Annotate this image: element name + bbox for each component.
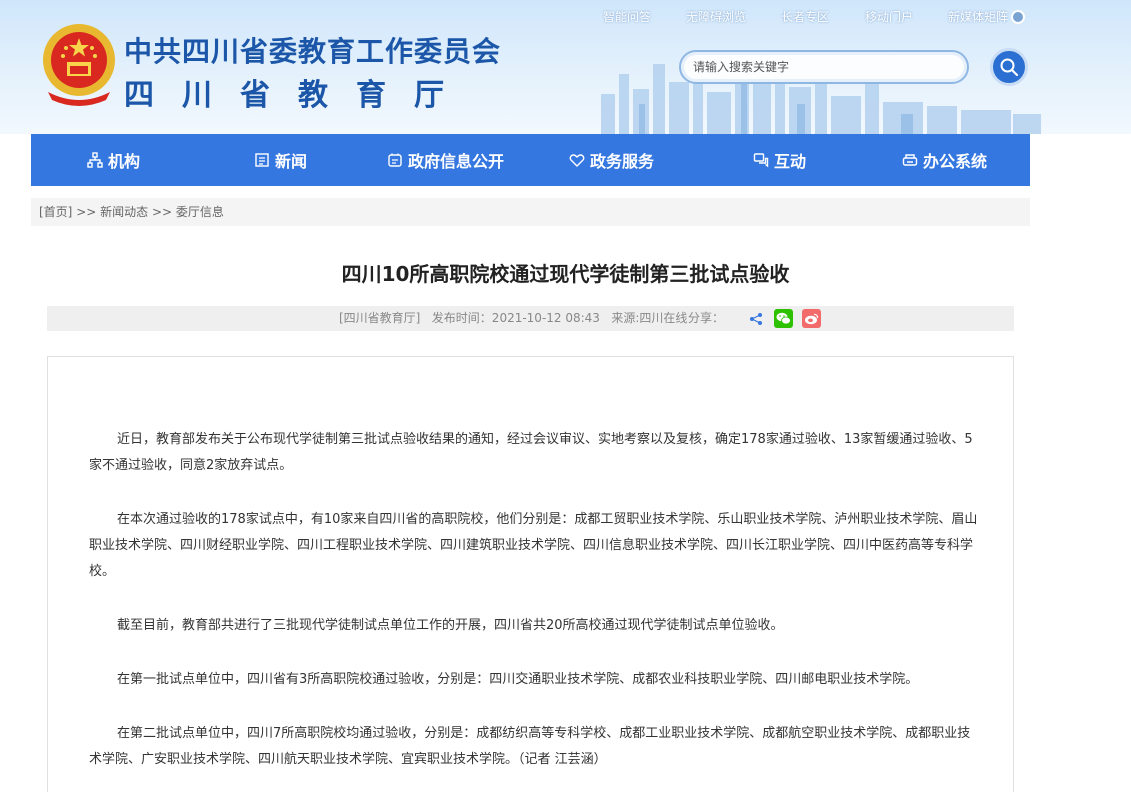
- nav-label: 新闻: [275, 152, 308, 171]
- nav-item-org[interactable]: 机构: [86, 134, 140, 186]
- nav-item-office-system[interactable]: 办公系统: [901, 134, 987, 186]
- top-link-elderly[interactable]: 长者专区: [781, 8, 829, 25]
- top-link-accessibility[interactable]: 无障碍浏览: [686, 8, 746, 25]
- search-icon: [1000, 58, 1019, 77]
- article-paragraph: 在本次通过验收的178家试点中，有10家来自四川省的高职院校，他们分别是：成都工…: [89, 512, 978, 579]
- wechat-icon[interactable]: [774, 309, 793, 328]
- breadcrumb-news[interactable]: 新闻动态: [100, 205, 148, 219]
- audio-icon[interactable]: [1011, 10, 1025, 24]
- breadcrumb: [首页] >> 新闻动态 >> 委厅信息: [31, 198, 1030, 226]
- article-paragraph: 近日，教育部发布关于公布现代学徒制第三批试点验收结果的通知，经过会议审议、实地考…: [89, 432, 973, 473]
- news-icon: [253, 151, 271, 169]
- top-link-smart-qa[interactable]: 智能问答: [603, 8, 651, 25]
- breadcrumb-current[interactable]: 委厅信息: [176, 205, 224, 219]
- nav-label: 政务服务: [590, 152, 655, 171]
- nav-label: 机构: [108, 152, 141, 171]
- article-paragraph: 在第二批试点单位中，四川7所高职院校均通过验收，分别是：成都纺织高等专科学校、成…: [89, 726, 971, 767]
- site-header: 中共四川省委教育工作委员会 四川省教育厅 智能问答 无障碍浏览 长者专区 移动门…: [0, 0, 1131, 134]
- article-meta-bar: [四川省教育厅] 发布时间：2021-10-12 08:43 来源:四川在线 分…: [47, 306, 1014, 331]
- article-paragraph: 在第一批试点单位中，四川省有3所高职院校通过验收，分别是：四川交通职业技术学院、…: [117, 672, 919, 687]
- share-label: 分享：: [688, 311, 725, 325]
- article-title: 四川10所高职院校通过现代学徒制第三批试点验收: [341, 262, 790, 286]
- nav-item-news[interactable]: 新闻: [253, 134, 307, 186]
- nav-label: 政府信息公开: [408, 152, 505, 171]
- article-meta: [四川省教育厅] 发布时间：2021-10-12 08:43 来源:四川在线: [339, 311, 688, 325]
- search-input[interactable]: [681, 52, 967, 82]
- article-content: 近日，教育部发布关于公布现代学徒制第三批试点验收结果的通知，经过会议审议、实地考…: [47, 356, 1014, 792]
- top-link-mobile[interactable]: 移动门户: [865, 8, 913, 25]
- nav-label: 互动: [774, 152, 807, 171]
- breadcrumb-separator: >>: [148, 205, 176, 219]
- breadcrumb-home[interactable]: [首页]: [39, 205, 72, 219]
- service-icon: [568, 151, 586, 169]
- top-links: 智能问答 无障碍浏览 长者专区 移动门户 新媒体矩阵: [571, 8, 1131, 28]
- main-nav: 机构 新闻 政府信息公开 政务服务 互动 办公系统: [31, 134, 1030, 186]
- info-disclosure-icon: [386, 151, 404, 169]
- article-paragraph: 截至目前，教育部共进行了三批现代学徒制试点单位工作的开展，四川省共20所高校通过…: [117, 618, 784, 633]
- nav-item-gov-service[interactable]: 政务服务: [568, 134, 654, 186]
- org-subtitle: 四川省教育厅: [124, 78, 472, 113]
- nav-item-interaction[interactable]: 互动: [752, 134, 806, 186]
- interaction-icon: [752, 151, 770, 169]
- national-emblem-logo: [40, 22, 118, 108]
- breadcrumb-separator: >>: [72, 205, 101, 219]
- org-title: 中共四川省委教育工作委员会: [124, 35, 502, 68]
- nav-label: 办公系统: [923, 152, 988, 171]
- share-icon[interactable]: [746, 309, 765, 328]
- search-box: [679, 50, 969, 84]
- search-button[interactable]: [990, 48, 1028, 86]
- weibo-icon[interactable]: [802, 309, 821, 328]
- org-chart-icon: [86, 151, 104, 169]
- office-icon: [901, 151, 919, 169]
- top-link-new-media[interactable]: 新媒体矩阵: [948, 8, 1008, 25]
- nav-item-info-disclosure[interactable]: 政府信息公开: [386, 134, 504, 186]
